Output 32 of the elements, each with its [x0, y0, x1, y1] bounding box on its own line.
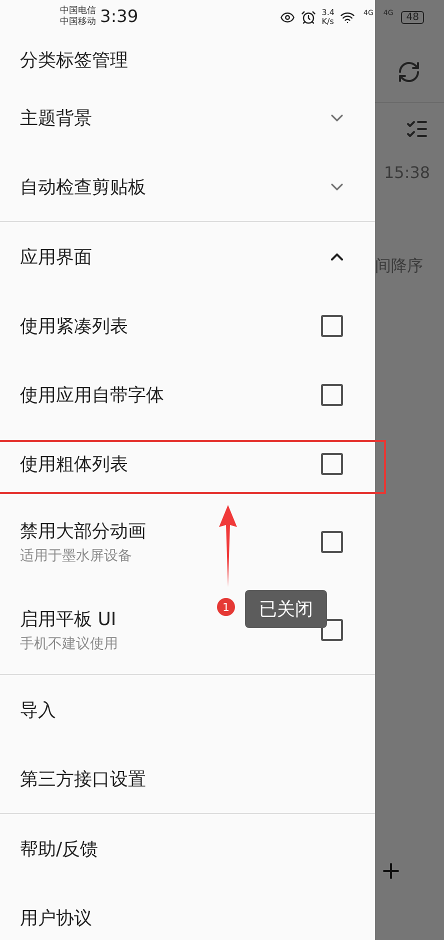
status-time: 3:39 [100, 7, 138, 27]
carrier-name: 中国移动 [60, 17, 96, 28]
item-label: 导入 [20, 698, 56, 722]
checkbox[interactable] [321, 314, 343, 336]
sort-label: 间降序 [375, 256, 424, 277]
item-label: 主题背景 [20, 106, 92, 130]
item-label: 使用应用自带字体 [20, 384, 164, 406]
item-label: 使用粗体列表 [20, 452, 128, 476]
item-label: 分类标签管理 [20, 48, 128, 72]
item-subtitle: 适用于墨水屏设备 [20, 547, 133, 565]
item-label: 自动检查剪贴板 [20, 176, 146, 198]
item-label: 应用界面 [20, 246, 92, 268]
item-label: 启用平板 UI [20, 608, 118, 631]
net-speed: 3.4 K/s [322, 8, 334, 26]
step-badge-tooltip: 1 [217, 598, 235, 616]
eye-icon [280, 10, 295, 24]
note-time: 15:38 [384, 163, 432, 182]
item-label: 禁用大部分动画 [20, 520, 146, 543]
battery-icon: 48 [401, 10, 424, 24]
item-label: 帮助/反馈 [20, 838, 98, 860]
checkbox[interactable] [321, 531, 343, 553]
checkbox[interactable] [321, 384, 343, 406]
sync-icon[interactable] [397, 60, 421, 84]
tooltip: 已关闭 [245, 590, 327, 628]
checkbox[interactable] [321, 452, 343, 474]
item-label: 使用紧凑列表 [20, 314, 128, 338]
wifi-icon [340, 10, 356, 24]
item-label: 用户协议 [20, 906, 92, 930]
item-subtitle: 手机不建议使用 [20, 635, 118, 653]
alarm-icon [300, 10, 316, 24]
item-label: 第三方接口设置 [20, 768, 146, 790]
carrier-name: 中国电信 [60, 6, 96, 16]
